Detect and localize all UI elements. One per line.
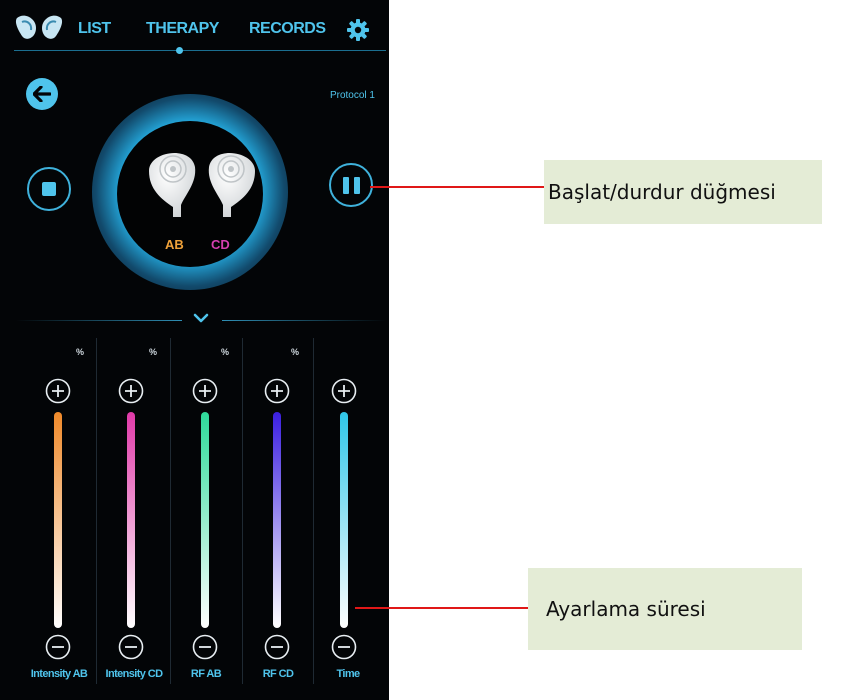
slider-track[interactable]	[201, 412, 209, 628]
minus-icon[interactable]	[192, 634, 218, 660]
tab-therapy[interactable]: THERAPY	[146, 20, 219, 38]
gear-icon[interactable]	[346, 18, 370, 42]
minus-icon[interactable]	[118, 634, 144, 660]
stop-icon	[42, 182, 56, 196]
plus-icon[interactable]	[118, 378, 144, 404]
minus-icon[interactable]	[264, 634, 290, 660]
channel-ab-label: AB	[165, 237, 184, 252]
back-button[interactable]	[26, 78, 58, 110]
column-separator	[242, 338, 243, 684]
unit-label: %	[221, 347, 230, 357]
annotation-line-duration	[355, 607, 529, 609]
plus-icon[interactable]	[192, 378, 218, 404]
rf-cd-label: RF CD	[262, 668, 294, 680]
annotation-duration: Ayarlama süresi	[528, 568, 802, 650]
active-tab-indicator	[176, 47, 183, 54]
intensity-ab-label: Intensity AB	[30, 668, 88, 680]
pause-button[interactable]	[329, 163, 373, 207]
slider-track[interactable]	[273, 412, 281, 628]
section-divider-right	[222, 320, 386, 321]
time-label: Time	[336, 668, 360, 680]
intensity-cd-label: Intensity CD	[105, 668, 164, 680]
chevron-down-icon[interactable]	[193, 312, 209, 324]
unit-label: %	[291, 347, 300, 357]
protocol-label: Protocol 1	[329, 90, 375, 101]
column-separator	[96, 338, 97, 684]
annotation-line-start-stop	[370, 186, 546, 188]
minus-icon[interactable]	[45, 634, 71, 660]
channel-cd-label: CD	[211, 237, 230, 252]
back-arrow-icon	[33, 86, 51, 102]
slider-track[interactable]	[127, 412, 135, 628]
unit-label: %	[149, 347, 158, 357]
column-separator	[313, 338, 314, 684]
tab-list[interactable]: LIST	[78, 20, 111, 38]
app-logo-icon	[15, 15, 63, 39]
plus-icon[interactable]	[331, 378, 357, 404]
tab-records[interactable]: RECORDS	[249, 20, 326, 38]
slider-track[interactable]	[340, 412, 348, 628]
slider-track[interactable]	[54, 412, 62, 628]
column-separator	[170, 338, 171, 684]
annotation-start-stop: Başlat/durdur düğmesi	[544, 160, 822, 224]
stop-button[interactable]	[27, 167, 71, 211]
section-divider-left	[16, 320, 182, 321]
unit-label: %	[76, 347, 85, 357]
plus-icon[interactable]	[45, 378, 71, 404]
electrodes-icon	[149, 153, 255, 217]
nav-underline	[14, 50, 386, 51]
plus-icon[interactable]	[264, 378, 290, 404]
phone-screen: LIST THERAPY RECORDS Protocol 1 AB CD % …	[0, 0, 389, 700]
rf-ab-label: RF AB	[190, 668, 222, 680]
pause-icon	[342, 176, 360, 194]
minus-icon[interactable]	[331, 634, 357, 660]
